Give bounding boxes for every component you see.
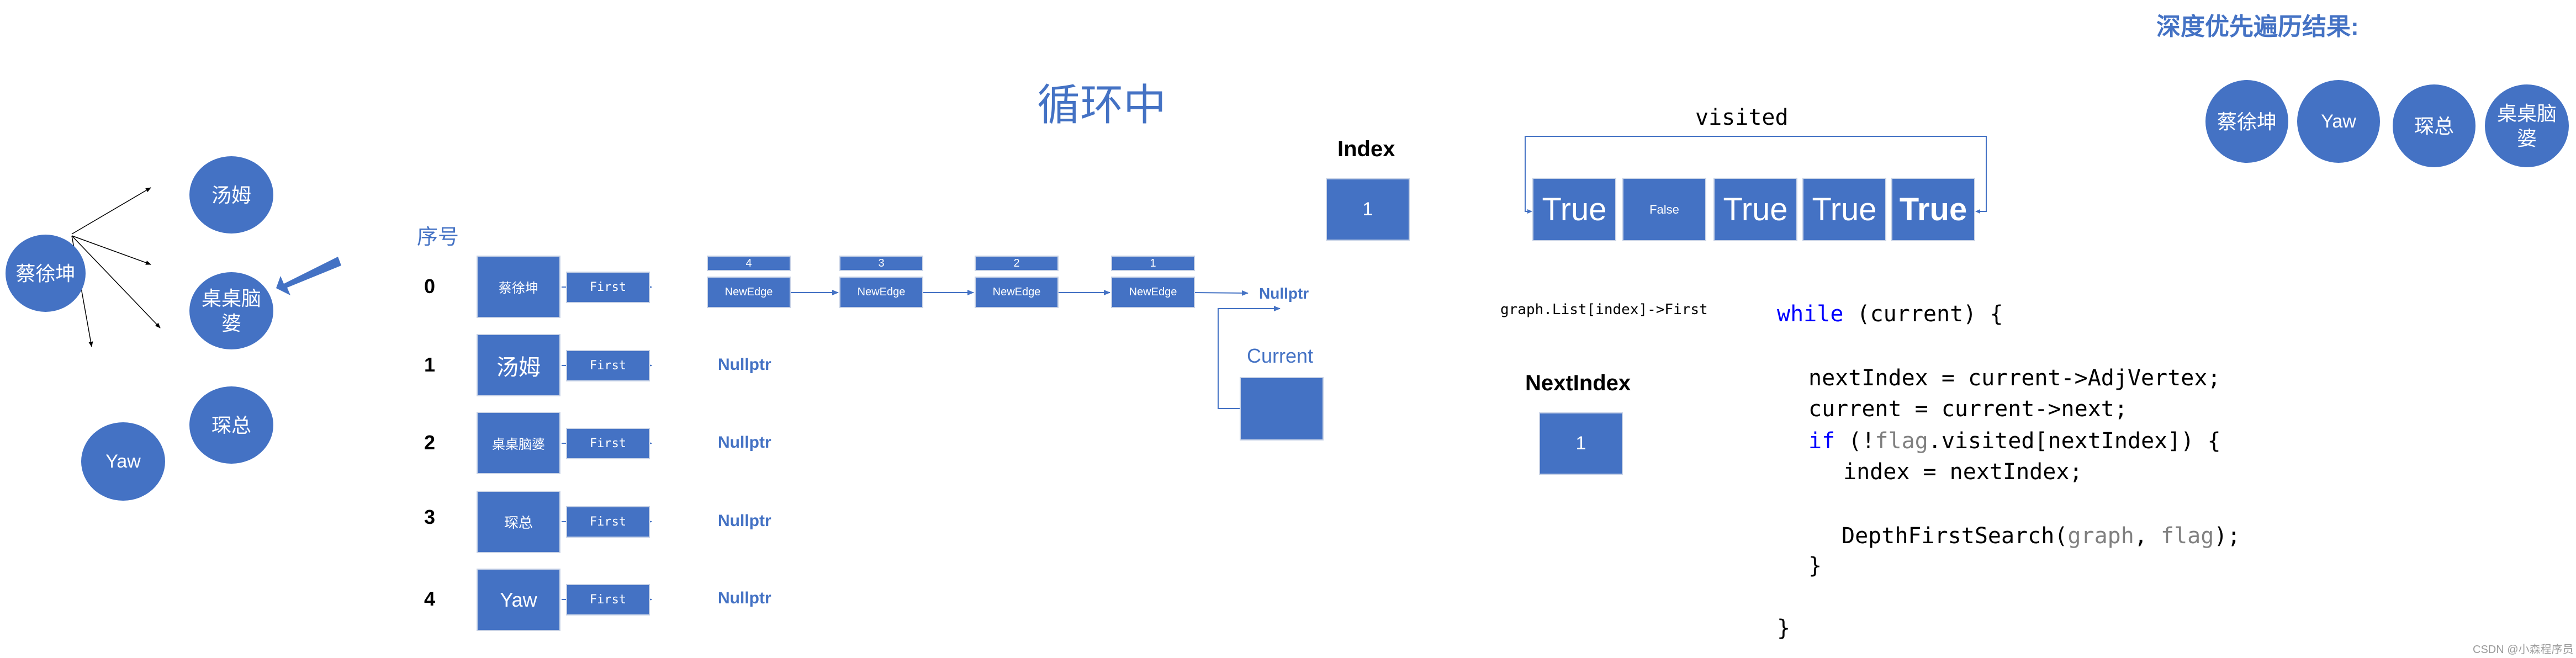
- nullptr-label: Nullptr: [718, 355, 771, 374]
- vertex-box[interactable]: 桌桌脑婆: [477, 412, 560, 474]
- code-line: while (current) {: [1777, 301, 2003, 327]
- first-pointer-box[interactable]: First: [566, 350, 650, 381]
- code-text: }: [1808, 553, 1822, 579]
- graph-node-4[interactable]: Yaw: [81, 422, 165, 501]
- new-edge-box[interactable]: NewEdge: [1111, 277, 1195, 308]
- first-pointer-box[interactable]: First: [566, 428, 650, 459]
- row-index: 3: [424, 506, 436, 528]
- nullptr-label: Nullptr: [718, 589, 771, 607]
- graph-node-2[interactable]: 桌桌脑婆: [189, 272, 273, 349]
- next-index-value-box[interactable]: 1: [1539, 412, 1623, 475]
- index-label: Index: [1337, 137, 1395, 161]
- edge-index-box: 2: [975, 256, 1059, 271]
- visited-cell[interactable]: True: [1713, 178, 1797, 241]
- code-text: nextIndex = current->AdjVertex;: [1808, 365, 2221, 391]
- bracket-arrowhead-right: [1975, 209, 1980, 214]
- new-edge-box[interactable]: NewEdge: [707, 277, 791, 308]
- edge-index-box: 1: [1111, 256, 1195, 271]
- code-text: (current) {: [1843, 301, 2003, 327]
- code-text: (!: [1835, 428, 1875, 454]
- connectors-layer: [71, 136, 1987, 602]
- graph-node-1[interactable]: 汤姆: [189, 156, 273, 234]
- graph-node-3[interactable]: 琛总: [189, 386, 273, 464]
- visited-cell[interactable]: True: [1802, 178, 1886, 241]
- first-pointer-box[interactable]: First: [566, 272, 650, 303]
- bracket-arrowhead-left: [1527, 209, 1532, 214]
- dfs-result-node: 桌桌脑婆: [2485, 84, 2569, 167]
- code-text: DepthFirstSearch(: [1842, 523, 2068, 549]
- first-pointer-box[interactable]: First: [566, 506, 650, 538]
- code-text: current = current->next;: [1808, 396, 2128, 422]
- vertex-box[interactable]: Yaw: [477, 569, 560, 631]
- code-parameter: flag: [1875, 428, 1928, 454]
- edge-0-3: [71, 235, 161, 328]
- pointer-expression: graph.List[index]->First: [1500, 301, 1708, 318]
- edge-0-1: [71, 187, 151, 235]
- visited-cell[interactable]: True: [1532, 178, 1616, 241]
- code-line: nextIndex = current->AdjVertex;: [1808, 365, 2221, 391]
- code-parameter: graph: [2067, 523, 2134, 549]
- nullptr-label: Nullptr: [1259, 285, 1309, 302]
- pointer-arrow-icon: [276, 257, 341, 295]
- nullptr-label: Nullptr: [718, 433, 771, 452]
- edge-0-2: [71, 235, 151, 265]
- row-index: 0: [424, 275, 436, 298]
- watermark: CSDN @小森程序员: [2473, 644, 2574, 656]
- code-text: ,: [2134, 523, 2161, 549]
- current-box[interactable]: [1240, 377, 1324, 441]
- code-text: index = nextIndex;: [1843, 459, 2083, 485]
- code-line: }: [1777, 615, 1790, 641]
- dfs-result-title: 深度优先遍历结果:: [2156, 13, 2359, 40]
- next-index-label: NextIndex: [1525, 371, 1631, 395]
- new-edge-box[interactable]: NewEdge: [975, 277, 1059, 308]
- visited-label: visited: [1695, 105, 1789, 130]
- code-keyword: if: [1808, 428, 1836, 454]
- row-index: 1: [424, 353, 436, 376]
- dfs-result-node: Yaw: [2297, 80, 2380, 163]
- edge-index-box: 3: [839, 256, 923, 271]
- index-column-header: 序号: [417, 226, 459, 249]
- dfs-result-node: 琛总: [2393, 84, 2476, 167]
- index-value-box[interactable]: 1: [1326, 178, 1410, 241]
- code-line: index = nextIndex;: [1843, 459, 2082, 485]
- visited-cell[interactable]: False: [1622, 178, 1706, 241]
- edge-index-box: 4: [707, 256, 791, 271]
- code-text: }: [1777, 615, 1791, 641]
- code-parameter: flag: [2161, 523, 2214, 549]
- vertex-box[interactable]: 琛总: [477, 491, 560, 553]
- first-pointer-box[interactable]: First: [566, 584, 650, 615]
- new-edge-box[interactable]: NewEdge: [839, 277, 923, 308]
- code-line: }: [1808, 553, 1822, 579]
- code-text: .visited[nextIndex]) {: [1928, 428, 2221, 454]
- row-index: 4: [424, 587, 436, 610]
- dfs-result-node: 蔡徐坤: [2205, 80, 2288, 163]
- code-line: DepthFirstSearch(graph, flag);: [1842, 523, 2241, 549]
- vertex-box[interactable]: 蔡徐坤: [477, 256, 560, 318]
- code-text: );: [2214, 523, 2241, 549]
- current-label: Current: [1247, 344, 1314, 367]
- code-keyword: while: [1777, 301, 1844, 327]
- graph-node-0[interactable]: 蔡徐坤: [6, 235, 86, 312]
- nullptr-label: Nullptr: [718, 512, 771, 530]
- page-title: 循环中: [1037, 81, 1167, 129]
- visited-cell[interactable]: True: [1891, 178, 1975, 241]
- code-line: if (!flag.visited[nextIndex]) {: [1808, 428, 2221, 454]
- row-index: 2: [424, 431, 436, 454]
- vertex-box[interactable]: 汤姆: [477, 334, 560, 396]
- code-line: current = current->next;: [1808, 396, 2128, 422]
